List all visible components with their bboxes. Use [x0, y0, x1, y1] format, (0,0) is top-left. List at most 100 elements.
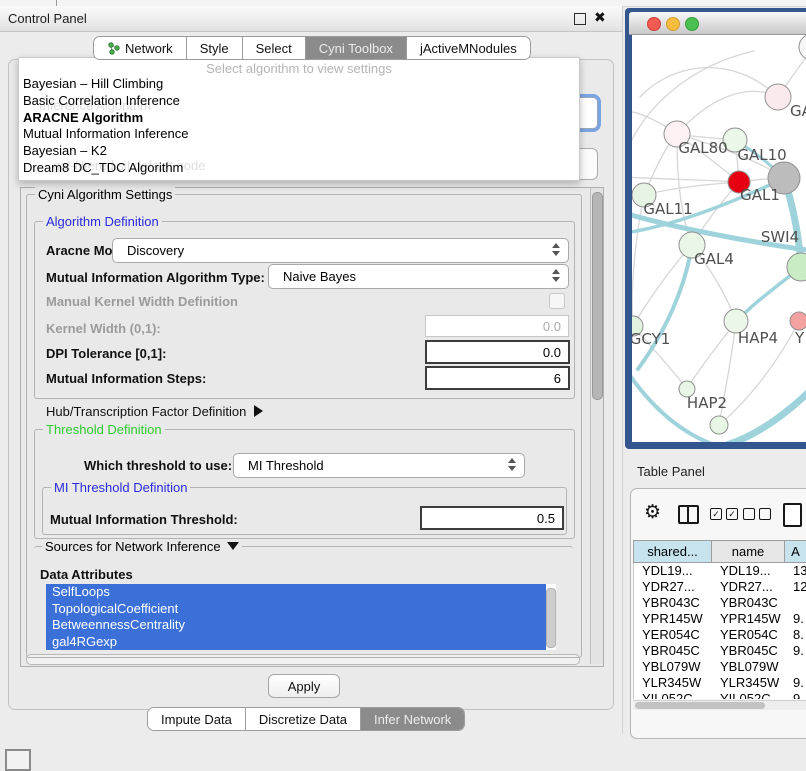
manual-kernel-width-label: Manual Kernel Width Definition — [46, 294, 238, 309]
table-cell: YER054C — [634, 627, 712, 643]
network-edge[interactable] — [687, 321, 736, 389]
table-row[interactable]: YLR345WYLR345W9. — [634, 675, 806, 691]
mi-threshold-label: Mutual Information Threshold: — [50, 512, 238, 527]
tab-network[interactable]: Network — [94, 37, 187, 59]
attributes-scrollbar-thumb[interactable] — [546, 588, 556, 648]
mi-algorithm-type-label: Mutual Information Algorithm Type: — [46, 270, 265, 285]
algorithm-option-aracne-algorithm[interactable]: ARACNE Algorithm — [19, 110, 579, 127]
mi-threshold-field[interactable]: 0.5 — [420, 506, 564, 530]
table-cell: YER054C — [712, 627, 785, 643]
table-horizontal-scrollbar[interactable] — [633, 700, 806, 710]
zoom-traffic-light[interactable] — [685, 17, 699, 31]
settings-scrollbar-thumb[interactable] — [592, 192, 603, 400]
hub-definition-toggle[interactable]: Hub/Transcription Factor Definition — [46, 404, 263, 419]
attribute-item-selfloops[interactable]: SelfLoops — [46, 584, 546, 601]
network-canvas[interactable]: GALGAL80GAL10GAL1GAL11SWI4GAL4GCY1HAP4YH… — [632, 35, 806, 442]
attribute-item-gal4rgexp[interactable]: gal4RGexp — [46, 634, 546, 651]
table-cell: YIL052C — [634, 691, 712, 699]
table-rows[interactable]: YDL19...YDL19...13YDR27...YDR27...12YBR0… — [633, 563, 806, 699]
select-none-icon[interactable] — [743, 508, 771, 520]
network-edge[interactable] — [644, 182, 739, 195]
table-hscroll-thumb[interactable] — [635, 702, 765, 709]
network-node[interactable] — [765, 84, 791, 110]
column-header-a[interactable]: A — [784, 540, 806, 563]
algorithm-option-bayesian-k2[interactable]: Bayesian – K2 — [19, 143, 579, 160]
table-cell: YBL079W — [634, 659, 712, 675]
apply-button[interactable]: Apply — [268, 674, 340, 698]
table-cell: 9 — [785, 691, 806, 699]
table-row[interactable]: YBR045CYBR045C9. — [634, 643, 806, 659]
aracne-mode-select[interactable]: Discovery — [112, 238, 569, 263]
network-edge[interactable] — [720, 385, 806, 442]
control-panel-tab-bar: NetworkStyle Select Cyni ToolboxjActiveMNo… — [93, 36, 531, 60]
network-edge[interactable] — [677, 91, 778, 134]
table-cell: YDR27... — [634, 579, 712, 595]
table-cell — [785, 595, 806, 611]
table-cell: 13 — [785, 563, 806, 579]
collapsed-panel-icon[interactable] — [5, 749, 31, 771]
dpi-tolerance-field[interactable]: 0.0 — [425, 340, 570, 364]
network-node[interactable] — [790, 312, 806, 330]
table-cell: YBR043C — [712, 595, 785, 611]
minimize-traffic-light[interactable] — [666, 17, 680, 31]
table-row[interactable]: YIL052CYIL052C9 — [634, 691, 806, 699]
node-label-swi4: SWI4 — [761, 228, 799, 246]
tab-select[interactable]: Select — [243, 37, 306, 59]
network-edge[interactable] — [632, 177, 739, 182]
network-node[interactable] — [710, 416, 728, 434]
node-label-gal1: GAL1 — [740, 186, 780, 204]
algorithm-options-list: Bayesian – Hill ClimbingBasic Correlatio… — [19, 76, 579, 177]
column-header-name[interactable]: name — [711, 540, 784, 563]
algorithm-option-bayesian-hill-climbing[interactable]: Bayesian – Hill Climbing — [19, 76, 579, 93]
network-node[interactable] — [799, 35, 806, 60]
algorithm-option-mutual-information-inference[interactable]: Mutual Information Inference — [19, 126, 579, 143]
node-label-gal: GAL — [790, 102, 806, 120]
mi-steps-field[interactable]: 6 — [425, 366, 570, 390]
table-row[interactable]: YDR27...YDR27...12 — [634, 579, 806, 595]
tab-infer-network[interactable]: Infer Network — [361, 708, 464, 730]
float-window-icon[interactable] — [574, 13, 586, 25]
table-cell: YDR27... — [712, 579, 785, 595]
close-traffic-light[interactable] — [647, 17, 661, 31]
mi-steps-label: Mutual Information Steps: — [46, 371, 206, 386]
which-threshold-label: Which threshold to use: — [84, 458, 232, 473]
table-row[interactable]: YPR145WYPR145W9. — [634, 611, 806, 627]
algorithm-option-dream8-dc-tdc-algorithm[interactable]: Dream8 DC_TDC Algorithm — [19, 160, 579, 177]
gear-icon[interactable]: ⚙ — [644, 501, 661, 524]
network-edge[interactable] — [638, 245, 692, 369]
tab-label: Select — [256, 41, 292, 56]
table-cell: 9. — [785, 675, 806, 691]
attribute-item-betweennesscentrality[interactable]: BetweennessCentrality — [46, 617, 546, 634]
tab-cyni-toolbox[interactable]: Cyni Toolbox — [306, 37, 407, 59]
table-row[interactable]: YBR043CYBR043C — [634, 595, 806, 611]
document-icon[interactable] — [783, 503, 802, 527]
network-edge[interactable] — [640, 68, 778, 97]
tab-impute-data[interactable]: Impute Data — [148, 708, 246, 730]
which-threshold-select[interactable]: MI Threshold — [233, 453, 525, 478]
network-window-titlebar[interactable] — [629, 12, 806, 35]
split-columns-icon[interactable] — [678, 505, 699, 524]
kernel-width-field[interactable]: 0.0 — [425, 315, 569, 337]
table-header-row[interactable]: shared...nameA — [633, 540, 806, 563]
control-panel-titlebar: Control Panel ✖ — [0, 6, 622, 32]
desktop: Control Panel ✖ NetworkStyle Select Cyni T… — [0, 0, 806, 762]
tab-jactivemnodules[interactable]: jActiveMNodules — [407, 37, 530, 59]
data-attributes-list[interactable]: SelfLoopsTopologicalCoefficientBetweenne… — [46, 584, 556, 650]
tab-discretize-data[interactable]: Discretize Data — [246, 708, 361, 730]
control-panel-title: Control Panel — [8, 11, 87, 26]
select-all-checked-icon[interactable]: ✓✓ — [710, 508, 738, 520]
mi-algorithm-type-select[interactable]: Naive Bayes — [268, 264, 569, 289]
algorithm-dropdown-popup: Select algorithm to view settings Infere… — [18, 57, 580, 181]
sources-legend[interactable]: Sources for Network Inference — [42, 539, 242, 554]
column-header-shared-[interactable]: shared... — [633, 540, 711, 563]
kernel-width-label: Kernel Width (0,1): — [46, 321, 161, 336]
attribute-item-topologicalcoefficient[interactable]: TopologicalCoefficient — [46, 601, 546, 618]
table-row[interactable]: YDL19...YDL19...13 — [634, 563, 806, 579]
manual-kernel-width-checkbox[interactable] — [549, 293, 565, 309]
algorithm-option-basic-correlation-inference[interactable]: Basic Correlation Inference — [19, 93, 579, 110]
stepper-arrows-icon — [552, 269, 561, 284]
tab-style[interactable]: Style — [187, 37, 243, 59]
close-icon[interactable]: ✖ — [594, 9, 606, 26]
table-row[interactable]: YER054CYER054C8. — [634, 627, 806, 643]
table-row[interactable]: YBL079WYBL079W — [634, 659, 806, 675]
